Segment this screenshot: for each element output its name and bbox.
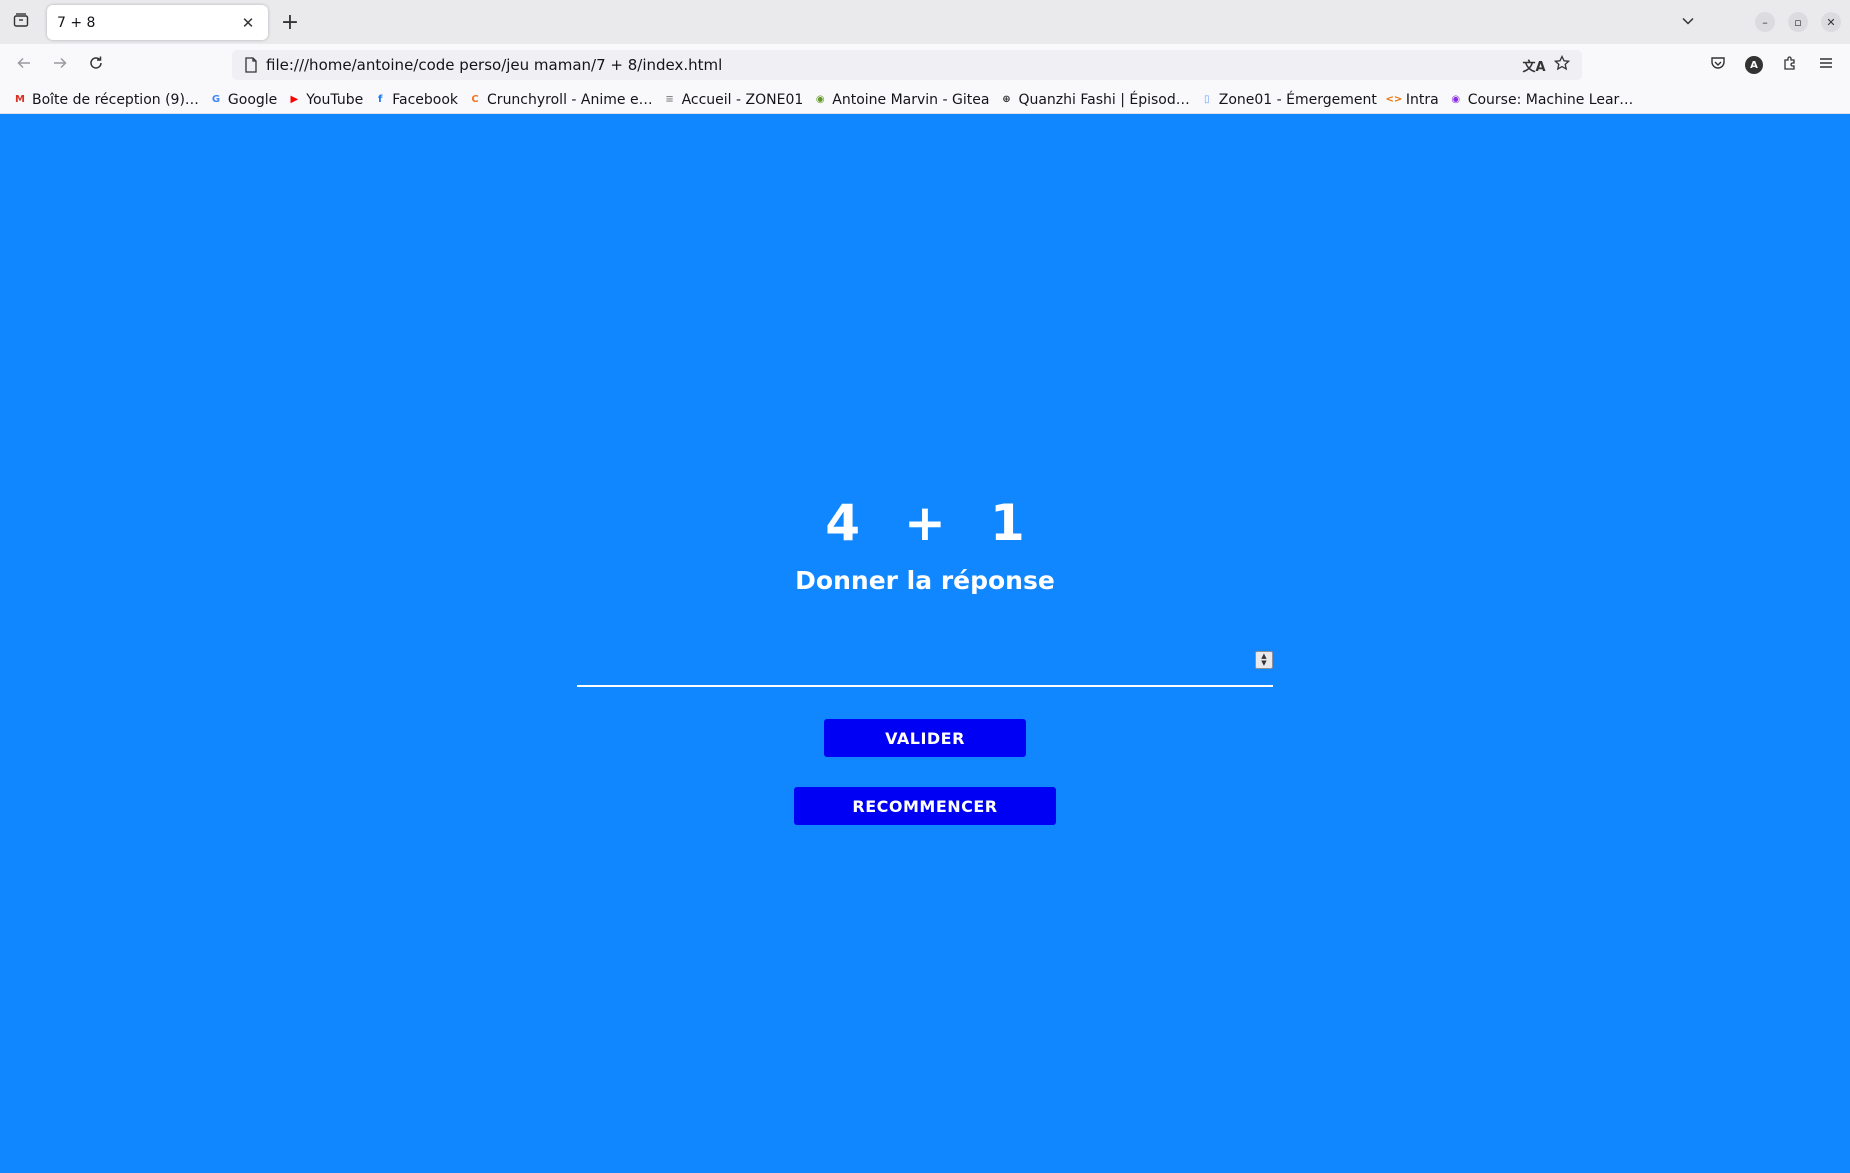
- page-icon: [236, 50, 266, 80]
- youtube-icon: ▶: [290, 94, 299, 105]
- list-all-tabs-button[interactable]: [8, 9, 34, 35]
- account-button[interactable]: A: [1740, 51, 1768, 79]
- close-icon: ✕: [1826, 15, 1836, 29]
- bookmark-item[interactable]: f Facebook: [368, 88, 463, 112]
- arrow-left-icon: [16, 55, 32, 75]
- answer-input[interactable]: [577, 629, 1273, 685]
- minimize-button[interactable]: –: [1755, 12, 1775, 32]
- bookmark-item[interactable]: ◉ Antoine Marvin - Gitea: [808, 88, 994, 112]
- bookmark-label: Antoine Marvin - Gitea: [832, 91, 990, 108]
- number-spinner[interactable]: ▲ ▼: [1255, 651, 1273, 669]
- answer-prompt: Donner la réponse: [795, 566, 1055, 595]
- url-input[interactable]: [266, 51, 1520, 79]
- gitea-icon: ◉: [815, 94, 825, 105]
- bookmark-label: Boîte de réception (9)…: [32, 91, 199, 108]
- bookmark-item[interactable]: <> Intra: [1382, 88, 1444, 112]
- course-icon: ◉: [1451, 94, 1461, 105]
- code-icon: <>: [1385, 94, 1403, 105]
- bookmark-item[interactable]: ⊕ Quanzhi Fashi | Épisod…: [994, 88, 1194, 112]
- crunchyroll-icon: C: [471, 94, 479, 105]
- bookmark-label: Course: Machine Lear…: [1467, 91, 1634, 108]
- chevron-down-icon: ▼: [1261, 659, 1267, 667]
- maximize-button[interactable]: ▫: [1788, 12, 1808, 32]
- translate-button[interactable]: 文A: [1520, 51, 1548, 79]
- bookmark-item[interactable]: G Google: [204, 88, 282, 112]
- restart-button[interactable]: RECOMMENCER: [794, 787, 1056, 825]
- forward-button[interactable]: [46, 51, 74, 79]
- facebook-icon: f: [378, 94, 383, 105]
- restore-icon: ▫: [1794, 15, 1802, 29]
- minimize-icon: –: [1762, 15, 1768, 29]
- close-icon: ✕: [241, 13, 255, 32]
- bookmark-label: YouTube: [306, 91, 364, 108]
- back-button[interactable]: [10, 51, 38, 79]
- tab-manager-icon: [13, 12, 29, 32]
- avatar: A: [1745, 56, 1763, 74]
- arrow-right-icon: [52, 55, 68, 75]
- bookmark-item[interactable]: ◉ Course: Machine Lear…: [1444, 88, 1639, 112]
- browser-tab[interactable]: 7 + 8 ✕: [47, 5, 268, 40]
- operand-b: 1: [989, 494, 1025, 552]
- bookmark-item[interactable]: C Crunchyroll - Anime e…: [463, 88, 658, 112]
- tab-overflow-button[interactable]: [1676, 10, 1700, 34]
- gmail-icon: M: [15, 94, 25, 105]
- pocket-icon: [1710, 55, 1726, 75]
- extensions-button[interactable]: [1776, 51, 1804, 79]
- pocket-button[interactable]: [1704, 51, 1732, 79]
- address-bar[interactable]: 文A: [232, 50, 1582, 80]
- translate-icon: 文A: [1522, 59, 1546, 75]
- page-content: 4 + 1 Donner la réponse ▲ ▼ VALIDER RECO…: [0, 114, 1850, 1173]
- navigation-toolbar: 文A A: [0, 44, 1850, 86]
- bookmark-label: Zone01 - Émergement: [1218, 91, 1377, 108]
- reload-icon: [88, 55, 104, 75]
- reload-button[interactable]: [82, 51, 110, 79]
- bookmark-label: Intra: [1405, 91, 1439, 108]
- chevron-down-icon: [1681, 13, 1695, 32]
- zone01-emargement-icon: ▯: [1203, 94, 1210, 105]
- bookmark-item[interactable]: M Boîte de réception (9)…: [8, 88, 204, 112]
- google-icon: G: [211, 94, 221, 105]
- bookmark-item[interactable]: ▶ YouTube: [282, 88, 368, 112]
- equation: 4 + 1: [0, 494, 1850, 552]
- validate-button[interactable]: VALIDER: [824, 719, 1026, 757]
- close-window-button[interactable]: ✕: [1821, 12, 1841, 32]
- bookmark-label: Crunchyroll - Anime e…: [487, 91, 653, 108]
- bookmark-label: Google: [227, 91, 278, 108]
- puzzle-icon: [1782, 55, 1798, 75]
- globe-icon: ⊕: [1002, 94, 1011, 105]
- answer-field: ▲ ▼: [577, 629, 1273, 687]
- bookmark-label: Facebook: [392, 91, 459, 108]
- tab-title: 7 + 8: [57, 14, 96, 31]
- bookmark-star-button[interactable]: [1548, 51, 1576, 79]
- hamburger-menu-icon: [1818, 55, 1834, 75]
- bookmark-item[interactable]: ▯ Zone01 - Émergement: [1195, 88, 1382, 112]
- bookmark-label: Quanzhi Fashi | Épisod…: [1018, 91, 1190, 108]
- tab-strip: 7 + 8 ✕ + – ▫ ✕: [0, 0, 1850, 44]
- bookmarks-toolbar: M Boîte de réception (9)… G Google ▶ YouTube f…: [0, 86, 1850, 114]
- bookmark-label: Accueil - ZONE01: [681, 91, 804, 108]
- star-icon: [1553, 54, 1571, 75]
- app-menu-button[interactable]: [1812, 51, 1840, 79]
- tab-close-button[interactable]: ✕: [238, 13, 258, 33]
- plus-icon: +: [280, 9, 300, 35]
- operand-a: 4: [825, 494, 861, 552]
- operator: +: [904, 494, 946, 552]
- bookmark-item[interactable]: ≡ Accueil - ZONE01: [658, 88, 809, 112]
- zone01-icon: ≡: [665, 94, 674, 105]
- new-tab-button[interactable]: +: [278, 9, 302, 35]
